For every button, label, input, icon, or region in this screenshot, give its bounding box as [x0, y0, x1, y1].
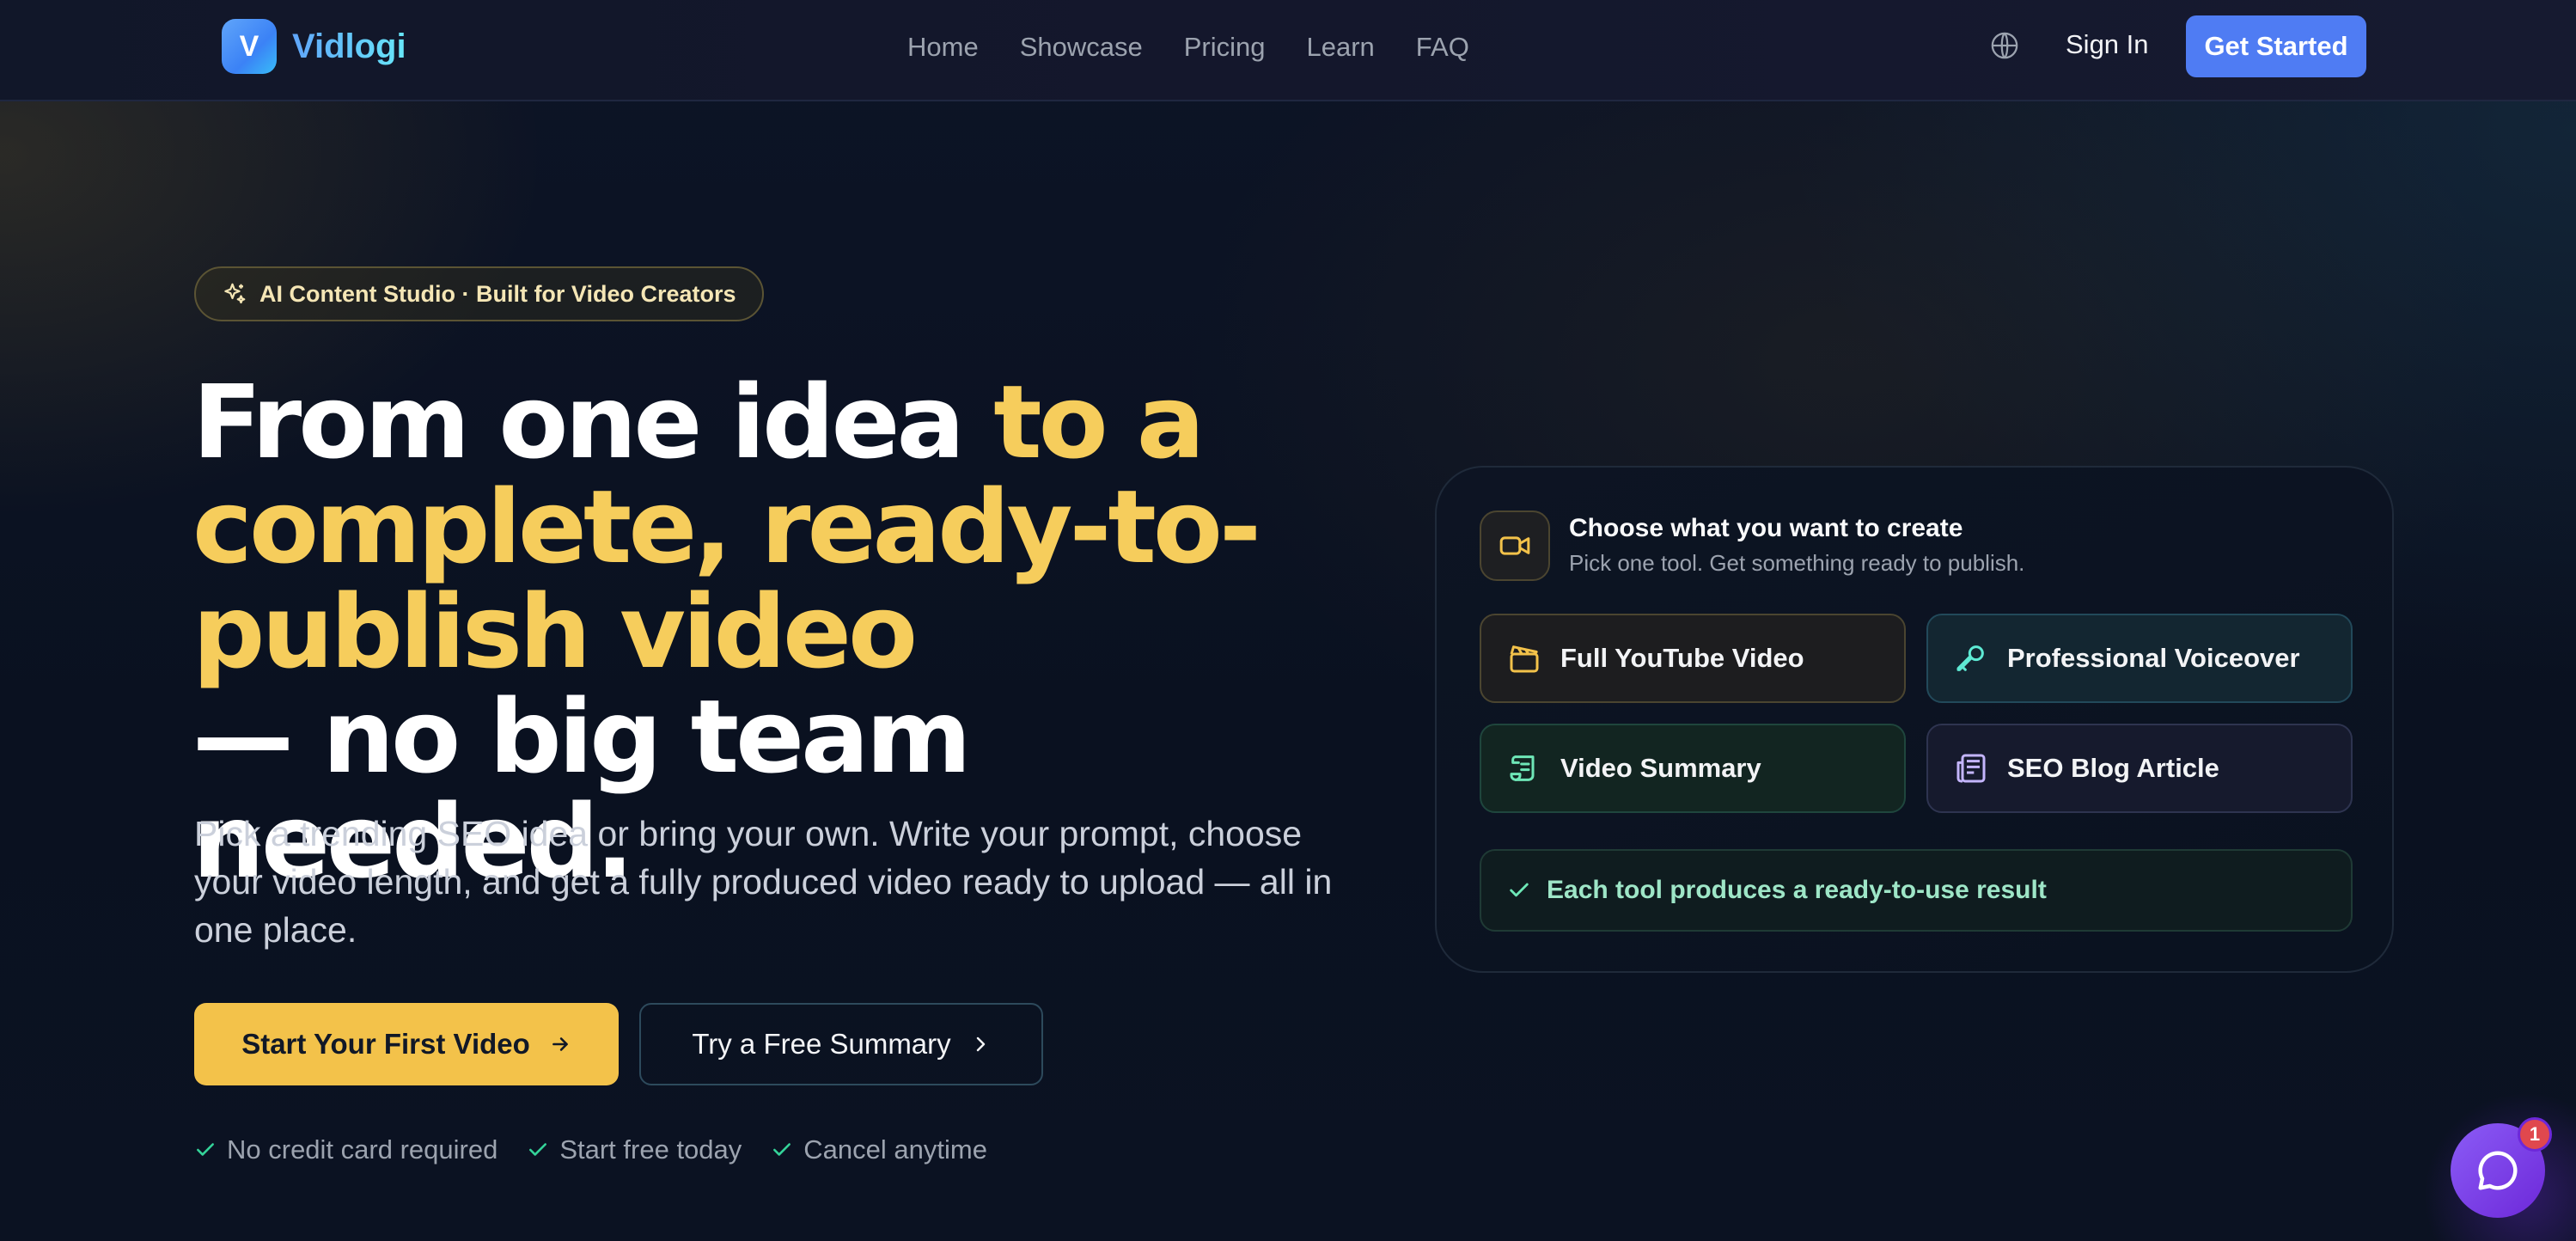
tool-picker-card: Choose what you want to create Pick one …	[1435, 466, 2394, 973]
scroll-icon	[1510, 755, 1535, 781]
card-title: Choose what you want to create	[1569, 514, 1963, 542]
perk-item: Cancel anytime	[771, 1134, 987, 1165]
tool-professional-voiceover[interactable]: Professional Voiceover	[1926, 614, 2353, 703]
hero-badge: AI Content Studio · Built for Video Crea…	[194, 266, 764, 321]
nav-links: Home Showcase Pricing Learn FAQ	[907, 0, 1469, 95]
start-first-video-button[interactable]: Start Your First Video	[194, 1003, 619, 1085]
newspaper-icon	[1956, 754, 1986, 783]
chat-bubble-icon	[2478, 1151, 2518, 1190]
perk-label: Cancel anytime	[803, 1134, 987, 1165]
tool-video-summary[interactable]: Video Summary	[1480, 724, 1906, 813]
try-free-summary-button[interactable]: Try a Free Summary	[639, 1003, 1043, 1085]
brand-name: Vidlogi	[292, 27, 406, 65]
landing-page: V Vidlogi Home Showcase Pricing Learn FA…	[0, 0, 2576, 1241]
tool-label: Video Summary	[1560, 753, 1761, 783]
nav-link-pricing[interactable]: Pricing	[1184, 32, 1266, 63]
top-navbar: V Vidlogi Home Showcase Pricing Learn FA…	[0, 0, 2576, 101]
check-icon	[529, 1143, 547, 1156]
check-icon	[1510, 883, 1529, 897]
try-free-summary-label: Try a Free Summary	[692, 1028, 951, 1060]
perks-list: No credit card required Start free today…	[194, 1134, 987, 1165]
perk-item: No credit card required	[194, 1134, 497, 1165]
get-started-button[interactable]: Get Started	[2186, 15, 2366, 77]
nav-link-home[interactable]: Home	[907, 32, 979, 63]
video-camera-icon	[1480, 510, 1550, 581]
tool-label: Professional Voiceover	[2007, 643, 2300, 673]
check-icon	[773, 1143, 791, 1156]
nav-link-showcase[interactable]: Showcase	[1020, 32, 1143, 63]
card-subtitle: Pick one tool. Get something ready to pu…	[1569, 550, 2025, 576]
chat-unread-badge: 1	[2518, 1117, 2552, 1152]
hero-subtitle: Pick a trending SEO idea or bring your o…	[194, 814, 1333, 950]
result-note-label: Each tool produces a ready-to-use result	[1547, 876, 2047, 904]
brand-logo[interactable]: V Vidlogi	[222, 19, 406, 74]
perk-label: No credit card required	[227, 1134, 498, 1165]
logo-badge: V	[222, 19, 277, 74]
chevron-right-icon	[976, 1036, 985, 1052]
sign-in-link[interactable]: Sign In	[2066, 29, 2149, 60]
nav-link-learn[interactable]: Learn	[1307, 32, 1375, 63]
sparkles-icon	[224, 283, 246, 304]
tool-label: Full YouTube Video	[1560, 643, 1804, 673]
tool-label: SEO Blog Article	[2007, 753, 2219, 783]
perk-item: Start free today	[527, 1134, 742, 1165]
hero-badge-label: AI Content Studio · Built for Video Crea…	[259, 280, 736, 307]
clapperboard-icon	[1510, 645, 1539, 673]
tool-seo-blog-article[interactable]: SEO Blog Article	[1926, 724, 2353, 813]
result-note: Each tool produces a ready-to-use result	[1480, 849, 2353, 932]
start-first-video-label: Start Your First Video	[241, 1028, 530, 1060]
globe-icon[interactable]	[1990, 31, 2019, 60]
headline-part-1: From one idea	[192, 363, 994, 481]
perk-label: Start free today	[559, 1134, 742, 1165]
microphone-icon	[1956, 645, 1984, 671]
arrow-right-icon	[552, 1037, 568, 1051]
tool-full-youtube-video[interactable]: Full YouTube Video	[1480, 614, 1906, 703]
check-icon	[197, 1143, 214, 1156]
nav-link-faq[interactable]: FAQ	[1416, 32, 1469, 63]
